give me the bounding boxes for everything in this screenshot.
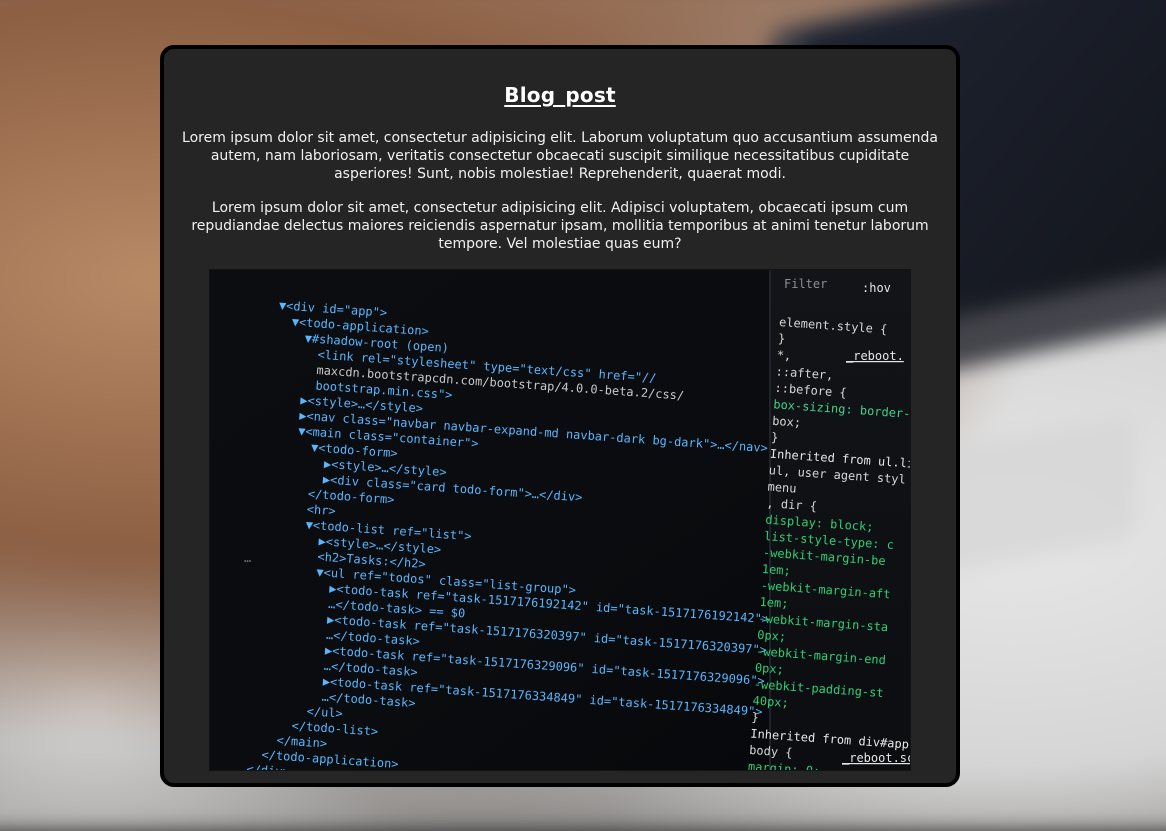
post-title-link[interactable]: Blog_post: [504, 83, 615, 107]
code-line: <hr>: [306, 502, 336, 518]
style-rule-line: 0px;: [755, 661, 785, 677]
blog-post-card: Blog_post Lorem ipsum dolor sit amet, co…: [160, 45, 960, 787]
styles-panel: Filter :hov _reboot. _reboot.scs element…: [748, 270, 910, 770]
style-rule-line: }: [751, 710, 759, 724]
styles-reboot-link-2[interactable]: _reboot.scs: [842, 751, 910, 765]
post-hero-image: ▼<div id="app">▼<todo-application>▼#shad…: [210, 270, 910, 770]
style-rule-line: }: [771, 430, 779, 444]
styles-filter-label: Filter: [784, 277, 827, 291]
code-line: </ul>: [306, 704, 343, 720]
style-rule-line: menu: [767, 480, 797, 496]
post-paragraph-2: Lorem ipsum dolor sit amet, consectetur …: [178, 199, 942, 253]
style-rule-line: 1em;: [761, 562, 791, 578]
code-screenshot-illustration: ▼<div id="app">▼<todo-application>▼#shad…: [210, 270, 910, 770]
ellipsis-marker: …: [244, 551, 251, 565]
style-rule-line: 1em;: [759, 595, 789, 611]
style-rule-line: 40px;: [752, 694, 789, 710]
styles-hov-label: :hov: [862, 281, 891, 295]
blog-post-content: Blog_post Lorem ipsum dolor sit amet, co…: [164, 49, 956, 783]
style-rule-line: 0px;: [757, 628, 787, 644]
style-rule-line: *,: [776, 348, 791, 363]
style-rule-line: }: [778, 331, 786, 345]
post-paragraph-1: Lorem ipsum dolor sit amet, consectetur …: [178, 129, 942, 183]
styles-reboot-link[interactable]: _reboot.: [846, 349, 904, 363]
style-rule-line: box;: [772, 414, 802, 430]
